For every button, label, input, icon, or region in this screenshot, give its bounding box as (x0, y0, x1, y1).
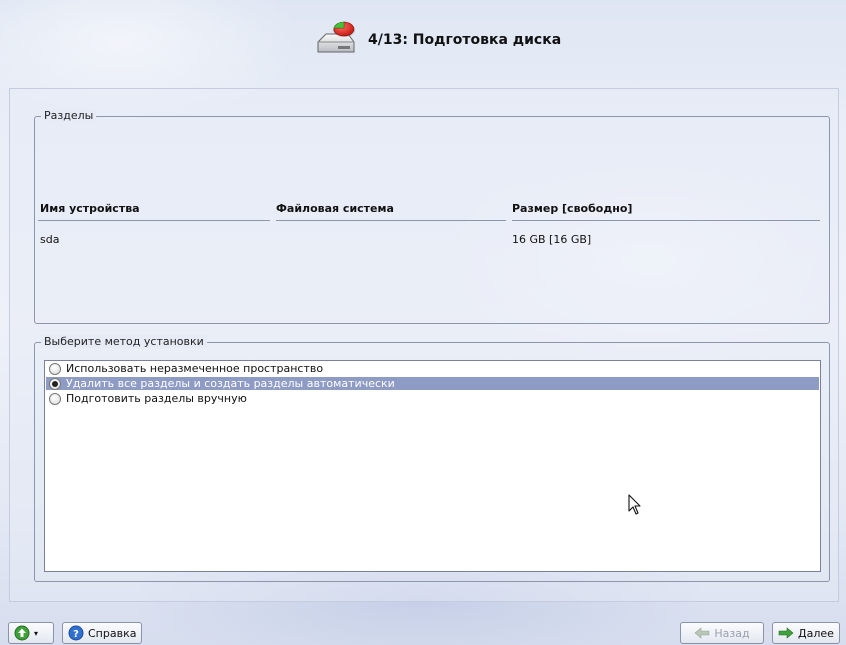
partitions-group-title: Разделы (41, 109, 97, 122)
header: 4/13: Подготовка диска (0, 0, 846, 88)
next-button[interactable]: Далее (772, 622, 840, 644)
arrow-left-icon (694, 627, 710, 639)
method-option-label: Подготовить разделы вручную (66, 392, 247, 405)
method-option-unpartitioned[interactable]: Использовать неразмеченное пространство (46, 362, 819, 375)
method-option-manual[interactable]: Подготовить разделы вручную (46, 392, 819, 405)
install-method-group-title: Выберите метод установки (41, 335, 207, 348)
help-button-label: Справка (88, 626, 137, 640)
svg-text:?: ? (73, 629, 79, 640)
column-header-size[interactable]: Размер [свободно] (512, 202, 632, 215)
help-button[interactable]: ? Справка (62, 622, 142, 644)
partition-row-device[interactable]: sda (40, 233, 59, 246)
back-button-label: Назад (714, 626, 750, 640)
method-option-auto[interactable]: Удалить все разделы и создать разделы ав… (46, 377, 819, 390)
next-button-label: Далее (798, 626, 834, 640)
method-option-label: Использовать неразмеченное пространство (66, 362, 324, 375)
column-divider (276, 220, 506, 221)
radio-button[interactable] (49, 362, 61, 375)
column-header-filesystem[interactable]: Файловая система (276, 202, 394, 215)
help-icon: ? (68, 625, 84, 641)
install-method-list[interactable]: Использовать неразмеченное пространство … (44, 360, 821, 572)
arrow-right-icon (778, 627, 794, 639)
method-option-label: Удалить все разделы и создать разделы ав… (66, 377, 395, 390)
column-header-device[interactable]: Имя устройства (40, 202, 140, 215)
mouse-cursor-icon (628, 494, 642, 519)
column-divider (512, 220, 820, 221)
column-divider (38, 220, 270, 221)
radio-button[interactable] (49, 392, 61, 405)
partition-row-size[interactable]: 16 GB [16 GB] (512, 233, 591, 246)
radio-button-checked[interactable] (49, 377, 61, 390)
back-button[interactable]: Назад (680, 622, 764, 644)
page-title: 4/13: Подготовка диска (368, 32, 562, 48)
green-arrow-up-icon (14, 625, 30, 641)
chevron-down-icon: ▾ (34, 628, 39, 638)
disk-partition-icon (314, 18, 358, 62)
main-menu-button[interactable]: ▾ (8, 622, 54, 644)
